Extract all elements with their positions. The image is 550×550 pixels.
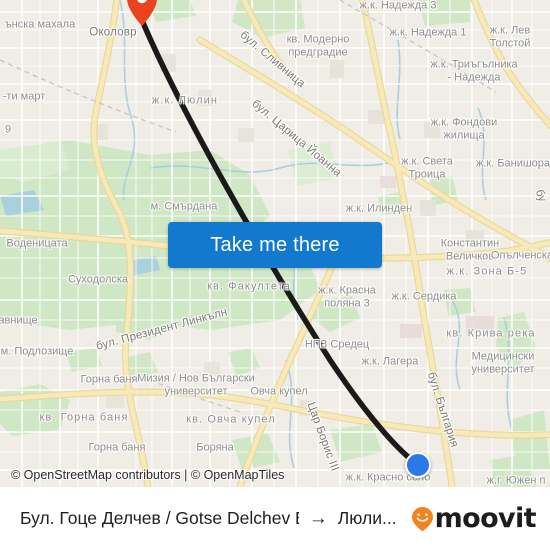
trip-origin-label: Бул. Гоце Делчев / Gotse Delchev Blvd. (…	[20, 508, 299, 528]
take-me-there-button[interactable]: Take me there	[168, 222, 382, 268]
trip-destination-label: Люли...	[337, 508, 397, 528]
moovit-map-screen: ънска махала -ти март 9 Околовр ж.к. Люлин кв…	[0, 0, 550, 550]
trip-summary[interactable]: Бул. Гоце Делчев / Gotse Delchev Blvd. (…	[20, 508, 397, 530]
map-viewport[interactable]: ънска махала -ти март 9 Околовр ж.к. Люлин кв…	[0, 0, 550, 487]
moovit-logo[interactable]: moovit	[411, 503, 537, 534]
origin-pin-marker[interactable]	[126, 0, 158, 27]
map-attribution[interactable]: © OpenStreetMap contributors | © OpenMap…	[0, 463, 550, 487]
moovit-smiley-pin-icon	[411, 506, 434, 532]
trip-bottom-bar: Бул. Гоце Делчев / Gotse Delchev Blvd. (…	[0, 487, 550, 550]
moovit-wordmark: moovit	[434, 503, 537, 534]
arrow-right-icon: →	[308, 507, 328, 529]
